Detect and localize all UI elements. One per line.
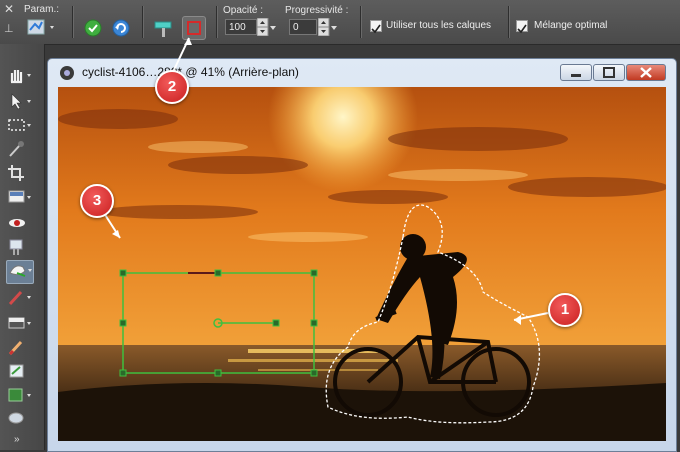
- checkmark-icon: [84, 19, 102, 37]
- selection-tool-icon[interactable]: [6, 116, 32, 134]
- opacity-input[interactable]: 100: [225, 19, 257, 35]
- toolbar-expand-icon[interactable]: »: [14, 434, 20, 445]
- params-label: Param.:: [24, 4, 60, 15]
- reset-button[interactable]: [110, 18, 132, 38]
- close-window-button[interactable]: [626, 64, 666, 81]
- opacity-stepper[interactable]: [256, 17, 276, 37]
- maximize-button[interactable]: [593, 64, 625, 81]
- callout-2: 2: [155, 70, 189, 104]
- minimize-button[interactable]: [560, 64, 592, 81]
- stepper-arrows-icon: [317, 17, 337, 37]
- document-title: cyclist-4106…280* @ 41% (Arrière-plan): [82, 65, 299, 79]
- close-icon[interactable]: ✕: [4, 3, 16, 15]
- pin-icon[interactable]: ⊥: [4, 22, 16, 36]
- progressivity-input[interactable]: 0: [289, 19, 317, 35]
- undo-icon: [112, 19, 130, 37]
- smudge-tool-icon[interactable]: [6, 408, 32, 426]
- crop-tool-icon[interactable]: [6, 164, 32, 182]
- checkmark-icon: [517, 24, 527, 34]
- apply-button[interactable]: [82, 18, 104, 38]
- signpost-icon: [154, 21, 172, 37]
- use-all-layers-checkbox[interactable]: [370, 20, 382, 34]
- opacity-label: Opacité :: [223, 5, 264, 16]
- object-remover-tool-icon[interactable]: [6, 260, 34, 284]
- fill-tool-icon[interactable]: [6, 362, 32, 380]
- image-canvas[interactable]: [58, 87, 666, 441]
- progressivity-label: Progressivité :: [285, 5, 349, 16]
- eraser-tool-icon[interactable]: [6, 338, 32, 356]
- options-bar: ✕ ⊥ Param.: Opacité: 100 Progressivité …: [0, 0, 680, 45]
- pick-tool-icon[interactable]: [6, 92, 32, 110]
- rectangle-icon: [187, 21, 201, 35]
- paint-brush-tool-icon[interactable]: [6, 288, 32, 306]
- presets-icon: [27, 19, 54, 35]
- stepper-arrows-icon: [256, 17, 276, 37]
- optimal-blend-label: Mélange optimal: [534, 20, 608, 31]
- gradient-tool-icon[interactable]: [6, 314, 32, 332]
- callout-1: 1: [548, 293, 582, 327]
- presets-button[interactable]: [26, 18, 58, 38]
- source-mode-button[interactable]: [152, 17, 176, 39]
- minimize-icon: [571, 74, 581, 77]
- red-eye-tool-icon[interactable]: [6, 214, 32, 232]
- document-window: cyclist-4106…280* @ 41% (Arrière-plan): [47, 58, 677, 452]
- document-icon: [60, 66, 74, 80]
- pan-tool-icon[interactable]: [6, 66, 32, 84]
- rectangle-mode-button[interactable]: [182, 16, 206, 40]
- use-all-layers-label: Utiliser tous les calques: [386, 20, 492, 31]
- shape-tool-icon[interactable]: [6, 386, 32, 404]
- tools-toolbar: »: [0, 44, 45, 450]
- dropper-tool-icon[interactable]: [6, 140, 32, 158]
- maximize-icon: [603, 67, 615, 78]
- straighten-tool-icon[interactable]: [6, 188, 32, 206]
- progressivity-stepper[interactable]: [317, 17, 337, 37]
- sunset-cyclist-photo: [58, 87, 666, 441]
- clone-tool-icon[interactable]: [6, 238, 32, 256]
- optimal-blend-checkbox[interactable]: [516, 20, 528, 34]
- close-icon: [640, 67, 652, 78]
- checkmark-icon: [371, 24, 381, 34]
- callout-3: 3: [80, 184, 114, 218]
